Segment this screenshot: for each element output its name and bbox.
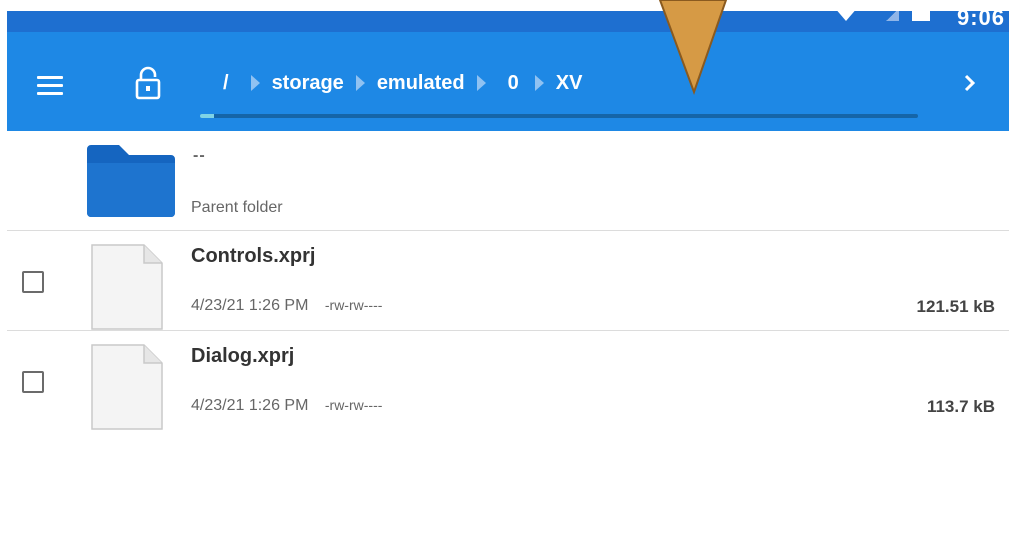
lock-icon[interactable] (135, 66, 161, 100)
loading-progress-bar (200, 114, 918, 118)
toolbar: / storage emulated 0 XV (7, 32, 1009, 131)
breadcrumb-item-storage[interactable]: storage (270, 72, 346, 95)
menu-icon[interactable] (37, 76, 63, 96)
file-icon (90, 243, 164, 331)
breadcrumb-separator-icon (355, 75, 365, 91)
status-time: 9:06 (956, 11, 1005, 30)
breadcrumb-item-emulated[interactable]: emulated (375, 72, 467, 95)
file-checkbox[interactable] (22, 371, 44, 393)
file-size: 113.7 kB (926, 397, 995, 416)
list-item-file[interactable]: Controls.xprj 4/23/21 1:26 PM -rw-rw----… (7, 231, 1009, 331)
parent-folder-label: Parent folder (191, 199, 283, 216)
file-checkbox[interactable] (22, 271, 44, 293)
loading-progress-fill (200, 114, 215, 118)
file-permissions: -rw-rw---- (324, 397, 383, 413)
file-name: Dialog.xprj (191, 345, 295, 367)
status-bar: 9:06 (7, 11, 1009, 32)
breadcrumb-separator-icon (250, 75, 260, 91)
breadcrumb: / storage emulated 0 XV (221, 66, 584, 100)
file-manager-app: 9:06 / storage emulated 0 XV -- Parent f… (7, 0, 1009, 541)
file-size: 121.51 kB (916, 297, 995, 316)
list-item-parent-folder[interactable]: -- Parent folder (7, 131, 1009, 231)
breadcrumb-item-xv[interactable]: XV (554, 72, 585, 95)
screen: 9:06 / storage emulated 0 XV -- Parent f… (0, 0, 1009, 541)
chevron-right-icon[interactable] (955, 68, 985, 98)
file-date: 4/23/21 1:26 PM (191, 297, 309, 314)
file-icon (90, 343, 164, 431)
cell-signal-icon (885, 11, 899, 21)
breadcrumb-item-0[interactable]: 0 (506, 72, 521, 95)
wifi-icon (834, 11, 858, 21)
file-meta: 4/23/21 1:26 PM -rw-rw---- (191, 297, 382, 315)
battery-icon (912, 11, 930, 21)
file-meta: 4/23/21 1:26 PM -rw-rw---- (191, 397, 382, 415)
breadcrumb-separator-icon (476, 75, 486, 91)
breadcrumb-root[interactable]: / (221, 72, 231, 95)
breadcrumb-separator-icon (534, 75, 544, 91)
parent-folder-name: -- (193, 147, 206, 164)
folder-icon (83, 143, 179, 219)
list-item-file[interactable]: Dialog.xprj 4/23/21 1:26 PM -rw-rw---- 1… (7, 331, 1009, 430)
file-name: Controls.xprj (191, 245, 316, 267)
file-date: 4/23/21 1:26 PM (191, 397, 309, 414)
file-permissions: -rw-rw---- (324, 297, 383, 313)
